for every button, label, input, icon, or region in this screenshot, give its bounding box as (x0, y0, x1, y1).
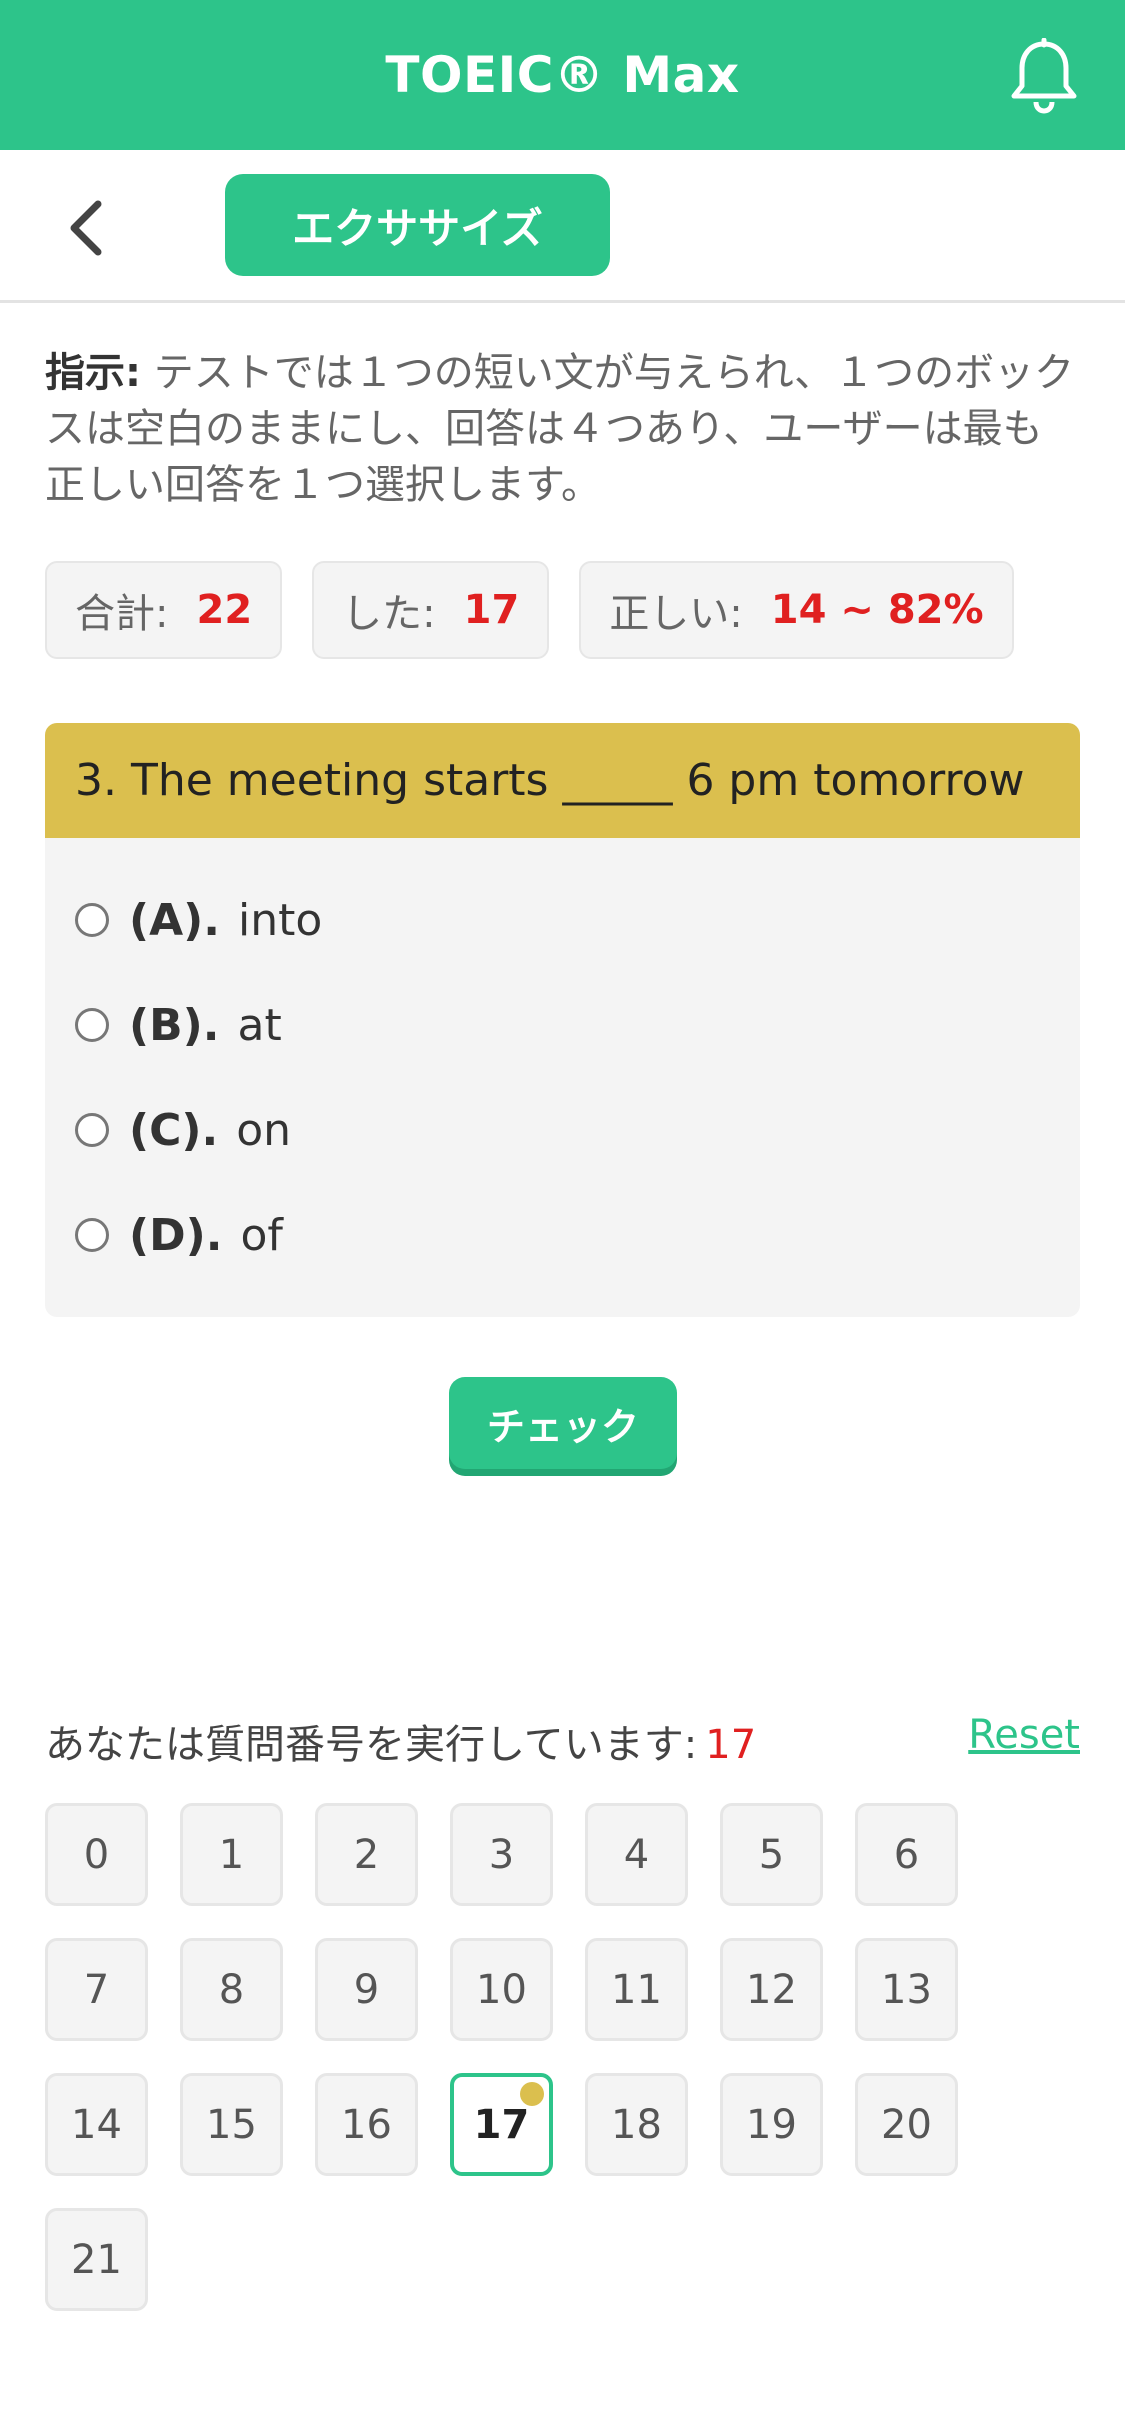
chevron-left-icon[interactable] (62, 198, 112, 258)
question-number-label: 19 (746, 2101, 797, 2148)
stat-done-value: 17 (463, 587, 520, 633)
check-button[interactable]: チェック (449, 1377, 677, 1469)
question-number-label: 8 (218, 1966, 245, 2013)
radio-button[interactable] (75, 1008, 109, 1042)
instructions: 指示: テストでは１つの短い文が与えられ、１つのボックスは空白のままにし、回答は… (45, 345, 1075, 513)
question-number-button[interactable]: 17 (450, 2073, 553, 2176)
question-number-label: 3 (488, 1831, 515, 1878)
option-text: of (240, 1209, 283, 1261)
question-number-label: 20 (881, 2101, 932, 2148)
sub-header: エクササイズ (0, 150, 1125, 303)
question-number-label: 16 (341, 2101, 392, 2148)
question-number-button[interactable]: 7 (45, 1938, 148, 2041)
option-letter: (B). (129, 999, 220, 1051)
question-number-label: 10 (476, 1966, 527, 2013)
app-bar: TOEIC® Max (0, 0, 1125, 150)
question-number-label: 5 (758, 1831, 785, 1878)
question-number-button[interactable]: 3 (450, 1803, 553, 1906)
question-number-label: 12 (746, 1966, 797, 2013)
stat-done: した: 17 (312, 561, 550, 659)
question-number-label: 15 (206, 2101, 257, 2148)
option-letter: (C). (129, 1104, 219, 1156)
option-letter: (A). (129, 894, 220, 946)
question-number-button[interactable]: 4 (585, 1803, 688, 1906)
stats-row: 合計: 22 した: 17 正しい: 14 ~ 82% (45, 561, 1014, 663)
question-text: 3. The meeting starts _____ 6 pm tomorro… (45, 723, 1080, 838)
question-number-button[interactable]: 6 (855, 1803, 958, 1906)
exercise-tab[interactable]: エクササイズ (225, 174, 610, 276)
question-number-button[interactable]: 21 (45, 2208, 148, 2311)
question-number-label: 2 (353, 1831, 380, 1878)
radio-button[interactable] (75, 903, 109, 937)
current-question-number: 17 (705, 1722, 757, 1768)
progress-text: あなたは質問番号を実行しています: (45, 1722, 698, 1768)
stat-correct: 正しい: 14 ~ 82% (579, 561, 1014, 659)
question-number-label: 17 (473, 2101, 530, 2148)
stat-total-value: 22 (196, 587, 253, 633)
question-number-button[interactable]: 18 (585, 2073, 688, 2176)
stat-total-label: 合計: (75, 591, 169, 637)
question-number-button[interactable]: 14 (45, 2073, 148, 2176)
reset-link[interactable]: Reset (968, 1712, 1080, 1758)
stat-done-label: した: (342, 591, 436, 637)
question-number-button[interactable]: 8 (180, 1938, 283, 2041)
option-b[interactable]: (B). at (75, 995, 282, 1055)
stat-correct-label: 正しい: (609, 591, 743, 637)
option-letter: (D). (129, 1209, 223, 1261)
question-number-button[interactable]: 2 (315, 1803, 418, 1906)
question-number-button[interactable]: 16 (315, 2073, 418, 2176)
question-number-button[interactable]: 15 (180, 2073, 283, 2176)
stat-correct-value: 14 ~ 82% (770, 587, 984, 633)
question-number-button[interactable]: 19 (720, 2073, 823, 2176)
option-d[interactable]: (D). of (75, 1205, 283, 1265)
question-number-label: 11 (611, 1966, 662, 2013)
bell-icon[interactable] (1008, 38, 1080, 114)
question-number-label: 7 (83, 1966, 110, 2013)
question-number-label: 9 (353, 1966, 380, 2013)
question-number-button[interactable]: 1 (180, 1803, 283, 1906)
option-c[interactable]: (C). on (75, 1100, 291, 1160)
question-number-label: 13 (881, 1966, 932, 2013)
question-number-label: 1 (218, 1831, 245, 1878)
question-number-button[interactable]: 20 (855, 2073, 958, 2176)
question-number-button[interactable]: 9 (315, 1938, 418, 2041)
option-text: at (237, 999, 282, 1051)
question-number-label: 4 (623, 1831, 650, 1878)
question-number-label: 18 (611, 2101, 662, 2148)
question-number-button[interactable]: 10 (450, 1938, 553, 2041)
option-text: on (236, 1104, 292, 1156)
question-number-label: 6 (893, 1831, 920, 1878)
stat-total: 合計: 22 (45, 561, 283, 659)
question-number-button[interactable]: 11 (585, 1938, 688, 2041)
current-indicator-dot (520, 2082, 544, 2106)
question-number-button[interactable]: 13 (855, 1938, 958, 2041)
app-title: TOEIC® Max (385, 46, 740, 104)
question-number-label: 14 (71, 2101, 122, 2148)
question-number-button[interactable]: 5 (720, 1803, 823, 1906)
radio-button[interactable] (75, 1218, 109, 1252)
question-card: 3. The meeting starts _____ 6 pm tomorro… (45, 723, 1080, 1317)
option-a[interactable]: (A). into (75, 890, 322, 950)
progress-label: あなたは質問番号を実行しています: 17 (45, 1712, 756, 1770)
question-number-label: 0 (83, 1831, 110, 1878)
question-number-button[interactable]: 12 (720, 1938, 823, 2041)
question-number-button[interactable]: 0 (45, 1803, 148, 1906)
instructions-text: テストでは１つの短い文が与えられ、１つのボックスは空白のままにし、回答は４つあり… (45, 350, 1075, 508)
option-text: into (238, 894, 323, 946)
instructions-label: 指示: (45, 350, 141, 396)
radio-button[interactable] (75, 1113, 109, 1147)
question-number-label: 21 (71, 2236, 122, 2283)
